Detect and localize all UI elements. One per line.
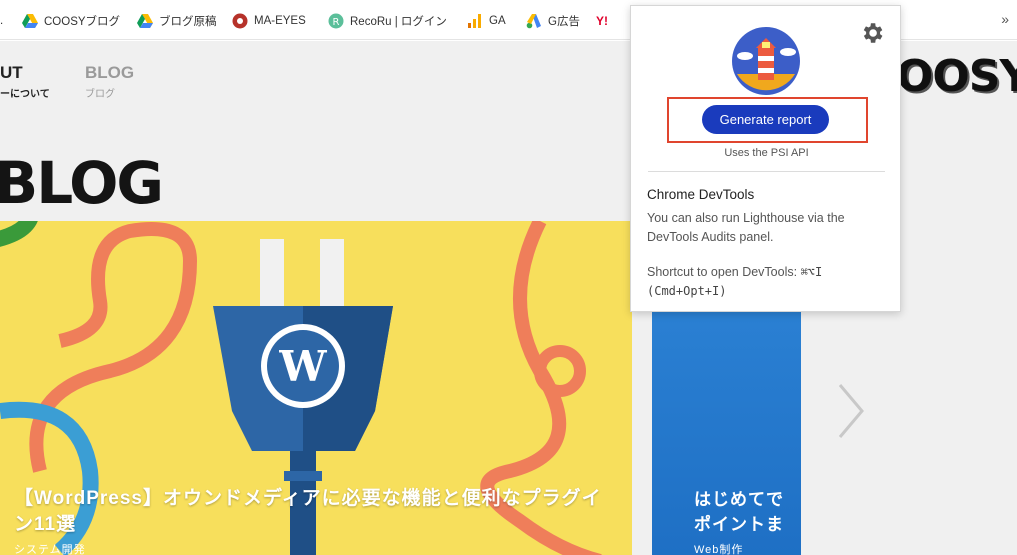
yahoo-icon: Y! (596, 14, 608, 28)
psi-api-note: Uses the PSI API (724, 147, 809, 159)
bookmark-label: RecoRu | ログイン (350, 16, 447, 28)
bookmark-blog-draft[interactable]: ブログ原稿 (137, 12, 217, 30)
bookmark-label: ブログ原稿 (159, 16, 217, 28)
bookmark-label: . (0, 15, 4, 27)
page-title: BLOG (0, 149, 164, 217)
nav-blog[interactable]: BLOG (85, 63, 134, 83)
svg-text:R: R (333, 17, 340, 28)
bookmark-label: GA (489, 15, 506, 27)
google-drive-icon (22, 13, 38, 29)
shortcut-label: Shortcut to open DevTools: (647, 265, 798, 279)
post-title[interactable]: 【WordPress】オウンドメディアに必要な機能と便利なプラグイン11選 (14, 486, 614, 538)
bookmark-ga[interactable]: GA (467, 12, 506, 30)
recoru-icon: R (328, 13, 344, 29)
devtools-shortcut: Shortcut to open DevTools: ⌘⌥I (Cmd+Opt+… (647, 263, 887, 301)
nav-about-sub: ーについて (0, 89, 50, 100)
generate-report-button[interactable]: Generate report (702, 105, 829, 134)
featured-post-card[interactable]: W 【WordPress】オウンドメディアに必要な機能と便利なプラグイン11選 … (0, 221, 632, 555)
bookmark-label: COOSYブログ (44, 16, 121, 28)
bookmark-dot[interactable]: . (0, 12, 3, 30)
post-title[interactable]: はじめてで ポイントま (694, 487, 801, 537)
google-drive-icon (137, 13, 153, 29)
lighthouse-popup: Generate report Uses the PSI API Chrome … (630, 5, 901, 312)
nav-about[interactable]: UT (0, 63, 23, 83)
bookmark-coosy-blog[interactable]: COOSYブログ (22, 12, 120, 30)
ma-eyes-icon (232, 13, 248, 29)
divider (648, 171, 885, 172)
google-ads-icon (526, 13, 542, 29)
carousel-next-icon[interactable] (832, 381, 872, 441)
bookmark-g-ads[interactable]: G広告 (526, 12, 580, 30)
bookmark-ma-eyes[interactable]: MA-EYES (232, 12, 306, 30)
devtools-heading: Chrome DevTools (647, 187, 755, 202)
lighthouse-logo-icon (732, 27, 800, 95)
site-logo[interactable]: OOSY (896, 51, 1017, 102)
devtools-description: You can also run Lighthouse via the DevT… (647, 211, 845, 244)
shortcut-mac-keys: ⌘⌥I (800, 265, 823, 279)
analytics-icon (467, 13, 483, 29)
shortcut-keys: (Cmd+Opt+I) (647, 284, 727, 298)
post-category[interactable]: システム開発 (14, 541, 86, 555)
bookmark-label: G広告 (548, 16, 580, 28)
bookmark-recoru[interactable]: R RecoRu | ログイン (328, 12, 447, 30)
bookmark-yahoo[interactable]: Y! (596, 12, 608, 30)
svg-text:W: W (278, 342, 327, 391)
bookmarks-more-button[interactable]: » (1001, 11, 1009, 27)
gear-icon[interactable] (859, 20, 885, 46)
bookmark-label: MA-EYES (254, 15, 306, 27)
post-category[interactable]: Web制作 (694, 541, 743, 555)
nav-blog-sub: ブログ (85, 89, 115, 100)
